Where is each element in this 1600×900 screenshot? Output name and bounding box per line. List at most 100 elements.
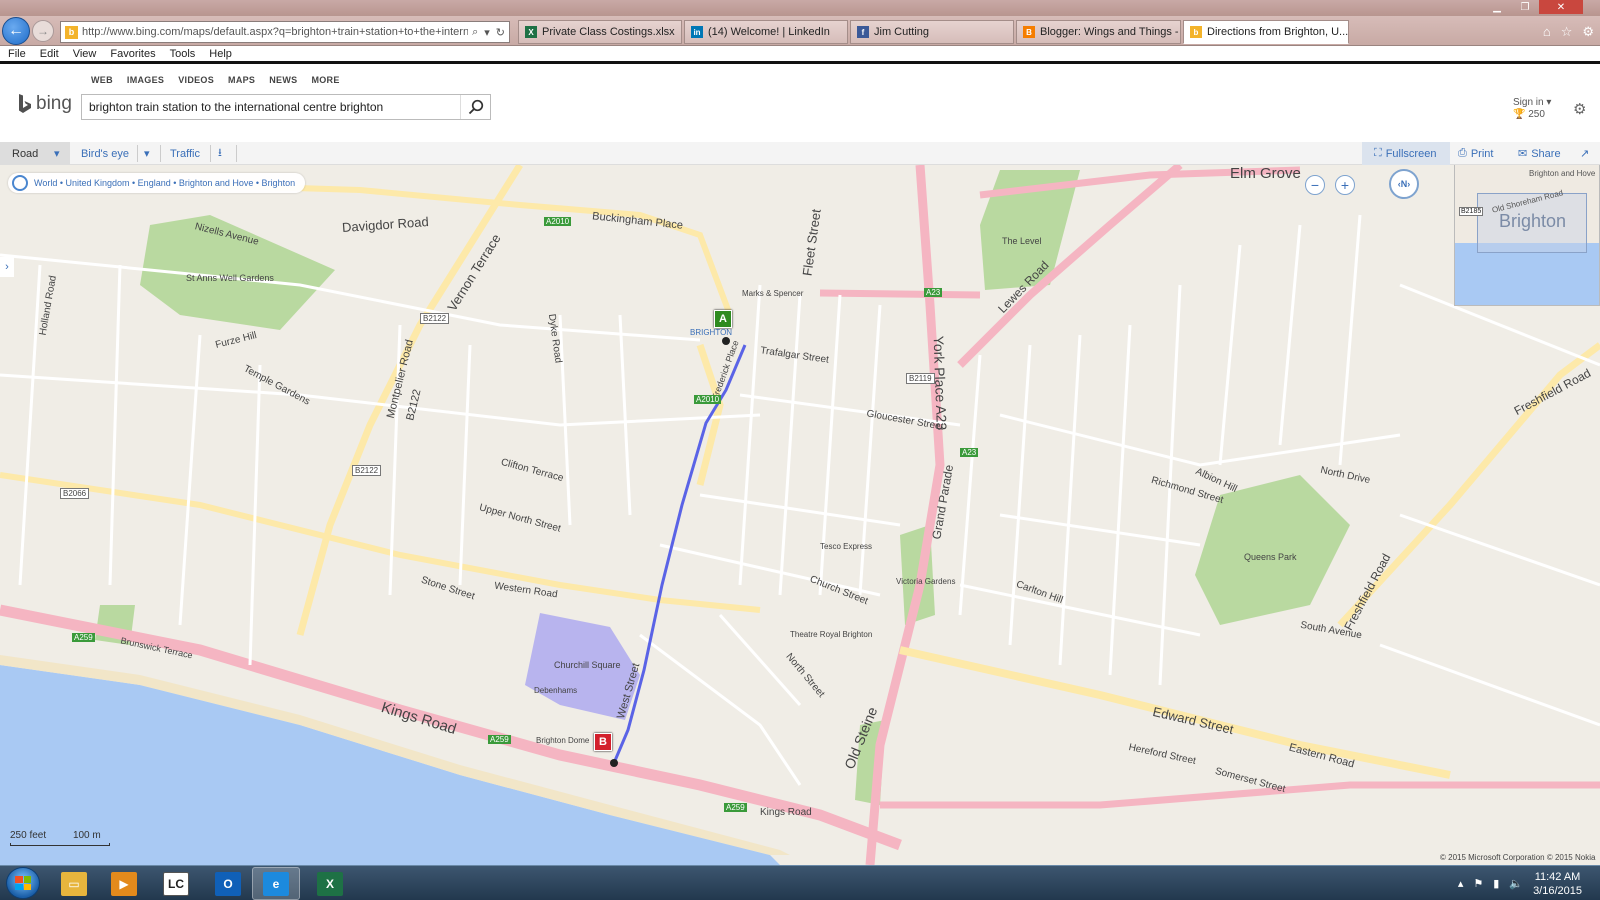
- zoom-out-button[interactable]: −: [1305, 175, 1325, 195]
- browser-toolbar: ← → b http://www.bing.com/maps/default.a…: [0, 16, 1600, 46]
- zoom-in-button[interactable]: +: [1335, 175, 1355, 195]
- road-shield-a23: A23: [924, 288, 943, 297]
- road-shield-a259-c: A259: [724, 803, 747, 812]
- forward-button[interactable]: →: [32, 20, 54, 42]
- browser-tab[interactable]: X Private Class Costings.xlsx: [518, 20, 682, 44]
- dropdown-icon[interactable]: ▾: [484, 26, 490, 39]
- side-panel-toggle-icon[interactable]: ›: [0, 257, 14, 277]
- location-breadcrumb[interactable]: World • United Kingdom • England • Brigh…: [8, 173, 306, 193]
- refresh-icon[interactable]: ↻: [496, 26, 505, 39]
- road-shield-a259-b: A259: [488, 735, 511, 744]
- browser-tab-label: Private Class Costings.xlsx: [542, 26, 675, 38]
- route-start-marker[interactable]: A: [714, 310, 732, 328]
- birds-eye-button[interactable]: Bird's eye: [81, 142, 129, 165]
- route-end-marker[interactable]: B: [594, 733, 612, 751]
- nav-maps[interactable]: MAPS: [228, 75, 255, 85]
- menu-favorites[interactable]: Favorites: [110, 48, 155, 60]
- chevron-down-icon[interactable]: ▾: [144, 142, 150, 165]
- search-box[interactable]: [81, 94, 491, 120]
- expand-arrow-icon[interactable]: ↗: [1580, 142, 1589, 165]
- media-player-icon: ▶: [111, 871, 137, 896]
- compass-icon[interactable]: ‹ N ›: [1389, 169, 1419, 199]
- map-canvas[interactable]: Elm Grove Davigdor Road Buckingham Place…: [0, 165, 1600, 865]
- menu-help[interactable]: Help: [209, 48, 232, 60]
- browser-tab[interactable]: f Jim Cutting: [850, 20, 1014, 44]
- address-bar[interactable]: b http://www.bing.com/maps/default.aspx?…: [60, 21, 510, 43]
- menu-file[interactable]: File: [8, 48, 26, 60]
- nav-videos[interactable]: VIDEOS: [178, 75, 214, 85]
- search-input[interactable]: [82, 95, 460, 119]
- browser-tab[interactable]: b Directions from Brighton, U...✕: [1183, 20, 1349, 44]
- bing-logo[interactable]: bing: [18, 93, 72, 115]
- overview-minimap[interactable]: Brighton and Hove Old Shoreham Road B218…: [1454, 165, 1600, 306]
- road-shield-a259: A259: [72, 633, 95, 642]
- nav-images[interactable]: IMAGES: [127, 75, 164, 85]
- taskbar-lc-app[interactable]: LC: [152, 867, 200, 900]
- nav-more[interactable]: MORE: [311, 75, 339, 85]
- print-button[interactable]: ⎙ Print: [1458, 142, 1493, 165]
- maximize-button[interactable]: ❐: [1511, 0, 1539, 14]
- route-end-point: [610, 759, 618, 767]
- breadcrumb-text[interactable]: World • United Kingdom • England • Brigh…: [34, 178, 295, 188]
- road-view-button[interactable]: Road ▾: [0, 142, 70, 165]
- search-icon[interactable]: ⌕: [472, 26, 478, 39]
- download-icon[interactable]: ⭳: [218, 142, 222, 165]
- road-shield-b2122: B2122: [420, 313, 450, 324]
- start-button[interactable]: [6, 867, 40, 899]
- taskbar-excel[interactable]: X: [306, 867, 354, 900]
- settings-gear-icon[interactable]: ⚙: [1573, 100, 1586, 118]
- search-button[interactable]: [460, 95, 490, 119]
- printer-icon: ⎙: [1458, 147, 1467, 159]
- share-label: Share: [1531, 147, 1561, 160]
- taskbar-internet-explorer[interactable]: e: [252, 867, 300, 900]
- show-hidden-icons-icon[interactable]: ▴: [1458, 877, 1464, 890]
- tools-gear-icon[interactable]: ⚙: [1582, 24, 1594, 40]
- road-shield-b2119: B2119: [906, 373, 935, 384]
- label-theatre-royal: Theatre Royal Brighton: [790, 630, 873, 639]
- scale-bar: 250 feet 100 m: [10, 830, 110, 846]
- clock-time: 11:42 AM: [1534, 870, 1581, 883]
- close-tab-icon[interactable]: ✕: [1348, 26, 1349, 39]
- chevron-down-icon[interactable]: ▾: [54, 147, 60, 160]
- minimap-road-shield: B2185: [1459, 207, 1484, 216]
- browser-tab[interactable]: in (14) Welcome! | LinkedIn: [684, 20, 848, 44]
- menu-view[interactable]: View: [73, 48, 97, 60]
- nav-news[interactable]: NEWS: [269, 75, 297, 85]
- volume-icon[interactable]: 🔈: [1509, 877, 1523, 890]
- clock-date: 3/16/2015: [1533, 884, 1582, 897]
- label-marks-spencer: Marks & Spencer: [742, 289, 804, 298]
- home-icon[interactable]: ⌂: [1543, 24, 1551, 40]
- bing-icon: b: [1190, 26, 1202, 38]
- close-window-button[interactable]: ✕: [1539, 0, 1583, 14]
- action-center-icon[interactable]: ⚑: [1473, 877, 1483, 890]
- road-shield-a23-b: A23: [960, 448, 979, 457]
- toolbar-divider: [236, 145, 237, 162]
- address-url[interactable]: http://www.bing.com/maps/default.aspx?q=…: [82, 26, 468, 38]
- taskbar-outlook[interactable]: O: [204, 867, 252, 900]
- sign-in-area[interactable]: Sign in ▾ 🏆 250: [1513, 97, 1551, 121]
- menu-edit[interactable]: Edit: [40, 48, 59, 60]
- network-icon[interactable]: ▮: [1493, 877, 1499, 890]
- bing-favicon-icon: b: [65, 25, 78, 39]
- lc-app-icon: LC: [163, 871, 189, 896]
- traffic-button[interactable]: Traffic: [170, 142, 200, 165]
- browser-tab-label: Blogger: Wings and Things - C...: [1040, 26, 1180, 38]
- sign-in-link[interactable]: Sign in: [1513, 97, 1544, 108]
- minimap-label: Brighton and Hove: [1529, 169, 1596, 178]
- scale-meters: 100 m: [72, 830, 101, 841]
- favorites-star-icon[interactable]: ☆: [1561, 24, 1573, 40]
- label-debenhams: Debenhams: [534, 686, 578, 695]
- menu-tools[interactable]: Tools: [170, 48, 196, 60]
- nav-web[interactable]: WEB: [91, 75, 113, 85]
- clock[interactable]: 11:42 AM 3/16/2015: [1533, 870, 1582, 898]
- windows-logo-icon: [15, 876, 31, 890]
- taskbar-file-explorer[interactable]: ▭: [50, 867, 98, 900]
- system-tray: ▴ ⚑ ▮ 🔈 11:42 AM 3/16/2015: [1458, 866, 1600, 900]
- browser-tab[interactable]: B Blogger: Wings and Things - C...: [1016, 20, 1181, 44]
- minimize-button[interactable]: ▁: [1483, 0, 1511, 14]
- label-victoria-gardens: Victoria Gardens: [896, 577, 956, 586]
- back-button[interactable]: ←: [2, 17, 30, 45]
- fullscreen-button[interactable]: ⛶ Fullscreen: [1362, 142, 1450, 165]
- taskbar-media-player[interactable]: ▶: [100, 867, 148, 900]
- share-button[interactable]: ✉ Share: [1518, 142, 1561, 165]
